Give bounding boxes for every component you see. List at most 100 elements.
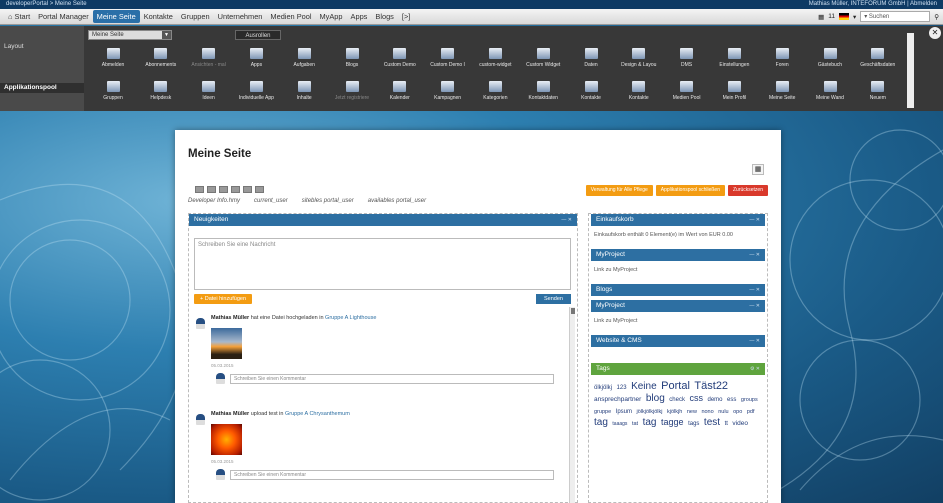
manage-button[interactable]: Verwaltung für Alle Pflege [585, 185, 653, 196]
post-image[interactable] [211, 328, 242, 359]
tag-link[interactable]: Täst22 [694, 380, 728, 392]
widget-link[interactable]: Link zu MyProject [591, 312, 765, 331]
layout-grid-button[interactable]: ▦ [752, 164, 764, 175]
post-author[interactable]: Mathias Müller [211, 315, 249, 321]
tag-link[interactable]: nulu [718, 409, 728, 415]
app-tile[interactable]: Ideen [186, 79, 232, 105]
close-pool-button[interactable]: Applikationspool schließen [655, 185, 725, 196]
app-tile[interactable]: Gästebuch [807, 46, 853, 72]
tag-link[interactable]: groups [741, 397, 758, 403]
comment-input[interactable]: Schreiben Sie einen Kommentar [230, 374, 554, 384]
page-select[interactable]: Meine Seite ▼ [88, 30, 172, 40]
tag-link[interactable]: Keine [631, 381, 657, 392]
nav-item-unternehmen[interactable]: Unternehmen [214, 9, 267, 25]
tag-link[interactable]: kjölkjh [667, 409, 682, 415]
app-tile[interactable]: custom-widget [472, 46, 518, 72]
panel-label-layout[interactable]: Layout [0, 42, 84, 52]
tag-link[interactable]: taaags [612, 421, 627, 427]
nav-item-meine-seite[interactable]: Meine Seite [92, 10, 140, 23]
tag-link[interactable]: test [704, 417, 720, 428]
avatar[interactable] [196, 318, 205, 329]
app-tile[interactable]: Kampagnen [425, 79, 471, 105]
tag-link[interactable]: check [669, 397, 685, 403]
widget-controls-icon[interactable]: — ✕ [749, 284, 760, 296]
layout-option-icon[interactable] [231, 186, 240, 193]
app-tile[interactable]: Custom Demo I [425, 46, 471, 72]
app-tile[interactable]: Geschäftsdaten [855, 46, 901, 72]
avatar[interactable] [196, 414, 205, 425]
app-tile[interactable]: Kontakte [568, 79, 614, 105]
tag-link[interactable]: tags [688, 421, 699, 427]
app-tile[interactable]: Meine Wand [807, 79, 853, 105]
app-tile[interactable]: Custom Widget [520, 46, 566, 72]
search-icon[interactable]: ⚲ [934, 13, 939, 21]
post-author[interactable]: Mathias Müller [211, 411, 249, 417]
nav-item-kontakte[interactable]: Kontakte [140, 9, 177, 25]
tag-link[interactable]: jölkjölkjölkj [637, 409, 663, 415]
app-tile[interactable]: Inhalte [281, 79, 327, 105]
apply-button[interactable]: Ausrollen [235, 30, 281, 40]
app-tile[interactable]: Kalender [377, 79, 423, 105]
app-tile[interactable]: Einstellungen [711, 46, 757, 72]
nav-item-blogs[interactable]: Blogs [371, 9, 398, 25]
tag-link[interactable]: new [687, 409, 697, 415]
post-target-link[interactable]: Gruppe A Chrysanthemum [285, 411, 350, 417]
app-tile[interactable]: Gruppen [90, 79, 136, 105]
avatar[interactable] [216, 469, 225, 480]
notification-count[interactable]: 11 [828, 13, 835, 20]
scroll-up-icon[interactable] [571, 308, 575, 314]
feed-scrollbar[interactable] [569, 307, 575, 503]
tag-link[interactable]: demo [708, 397, 723, 403]
app-tile[interactable]: Custom Demo [377, 46, 423, 72]
tag-link[interactable]: 123 [617, 385, 627, 391]
widget-link[interactable]: Link zu MyProject [591, 261, 765, 280]
nav-item-start[interactable]: ⌂ Start [4, 9, 34, 25]
app-tile[interactable]: Blogs [329, 46, 375, 72]
app-tile[interactable]: Mein Profil [711, 79, 757, 105]
tag-link[interactable]: tt [725, 421, 728, 427]
layout-option-icon[interactable] [219, 186, 228, 193]
user-info[interactable]: Mathias Müller, INTEFORUM GmbH | Abmelde… [809, 0, 937, 9]
widget-controls-icon[interactable]: ⚙ ✕ [750, 363, 760, 375]
tag-link[interactable]: ölkjölkj [594, 385, 612, 391]
search-input[interactable]: ▾ Suchen [860, 11, 931, 22]
tag-link[interactable]: ess [727, 397, 736, 403]
layout-option-icon[interactable] [243, 186, 252, 193]
dev-link[interactable]: current_user [254, 198, 288, 204]
app-tile[interactable]: Jetzt registriere [329, 79, 375, 105]
tag-link[interactable]: pdf [747, 409, 755, 415]
tag-link[interactable]: opo [733, 409, 742, 415]
app-tile[interactable]: Aufgaben [281, 46, 327, 72]
app-tile[interactable]: Design & Layou [616, 46, 662, 72]
widget-controls-icon[interactable]: — ✕ [749, 249, 760, 261]
app-tile[interactable]: DMS [664, 46, 710, 72]
reset-button[interactable]: Zurücksetzen [727, 185, 768, 196]
tag-link[interactable]: gruppe [594, 409, 611, 415]
layout-option-icon[interactable] [255, 186, 264, 193]
tag-link[interactable]: blog [646, 393, 665, 404]
layout-option-icon[interactable] [195, 186, 204, 193]
app-tile[interactable]: Kontakte [616, 79, 662, 105]
app-tile[interactable]: Ansichten - mal [186, 46, 232, 72]
language-flag-icon[interactable] [838, 13, 849, 20]
app-tile[interactable]: Neuem [855, 79, 901, 105]
nav-item-apps[interactable]: Apps [347, 9, 372, 25]
nav-item-medien-pool[interactable]: Medien Pool [266, 9, 315, 25]
widget-controls-icon[interactable]: — ✕ [561, 214, 572, 226]
panel-scrollbar[interactable] [907, 33, 914, 108]
tag-link[interactable]: tag [643, 417, 657, 428]
nav-item-more[interactable]: [>] [398, 9, 414, 25]
dev-link[interactable]: Developer Info.hmy [188, 198, 240, 204]
nav-item-myapp[interactable]: MyApp [316, 9, 347, 25]
tag-link[interactable]: Ipsum [616, 409, 632, 415]
app-tile[interactable]: Daten [568, 46, 614, 72]
app-tile[interactable]: Individuelle App [233, 79, 279, 105]
tag-link[interactable]: tat [632, 421, 638, 427]
tag-link[interactable]: nono [701, 409, 713, 415]
search-scope-button[interactable]: ▾ [853, 13, 856, 21]
grid-icon[interactable]: ▦ [818, 13, 824, 21]
app-tile[interactable]: Abmelden [90, 46, 136, 72]
app-tile[interactable]: Kontaktdaten [520, 79, 566, 105]
widget-controls-icon[interactable]: — ✕ [749, 214, 760, 226]
avatar[interactable] [216, 373, 225, 384]
